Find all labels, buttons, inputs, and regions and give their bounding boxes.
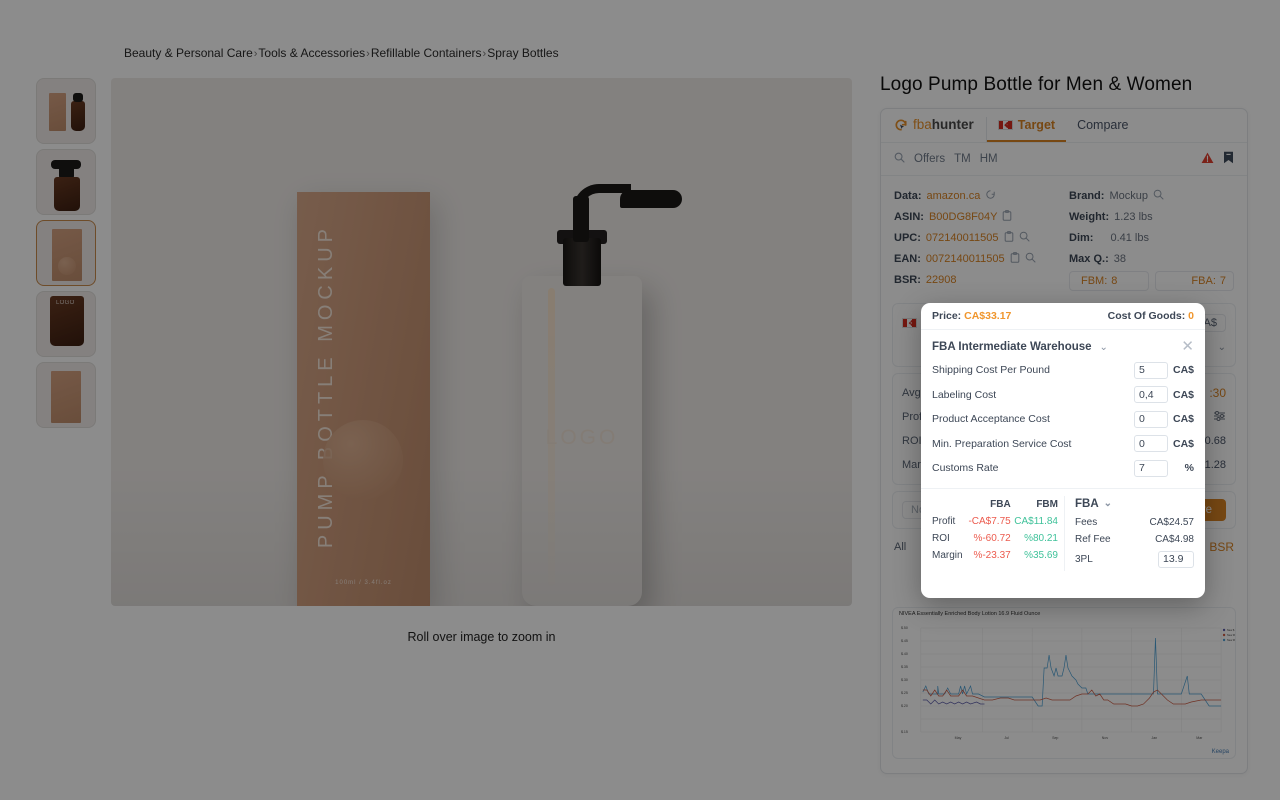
row-label-roi: ROI <box>932 532 950 544</box>
field-shipping-cost-per-pound: Shipping Cost Per Pound CA$ <box>921 358 1205 383</box>
roi-fbm: %80.21 <box>1024 532 1058 544</box>
fees-label: Fees <box>1075 516 1098 528</box>
field-unit: % <box>1184 462 1194 475</box>
fees-selector[interactable]: FBA ⌄ <box>1075 496 1194 514</box>
modal-cog-label: Cost Of Goods: <box>1107 310 1186 322</box>
modal-topbar: Price: CA$33.17 Cost Of Goods: 0 <box>921 303 1205 330</box>
tpl-row: 3PL <box>1075 548 1194 571</box>
roi-fba: %-60.72 <box>973 532 1011 544</box>
col-fba: FBA <box>990 498 1011 510</box>
field-unit: CA$ <box>1172 364 1194 377</box>
table-row: Profit -CA$7.75 CA$11.84 <box>932 513 1058 530</box>
modal-price-label: Price: <box>932 310 962 322</box>
labeling-cost-input[interactable] <box>1134 386 1168 404</box>
modal-price: Price: CA$33.17 <box>932 310 1011 322</box>
margin-fbm: %35.69 <box>1024 549 1058 561</box>
field-min-preparation-service-cost: Min. Preparation Service Cost CA$ <box>921 432 1205 457</box>
field-labeling-cost: Labeling Cost CA$ <box>921 383 1205 408</box>
profit-fba: -CA$7.75 <box>968 515 1011 527</box>
col-fbm: FBM <box>1036 498 1058 510</box>
field-label: Customs Rate <box>932 462 999 475</box>
chevron-down-icon[interactable]: ⌄ <box>1099 342 1107 353</box>
field-label: Min. Preparation Service Cost <box>932 437 1072 450</box>
field-label: Labeling Cost <box>932 388 997 401</box>
shipping-cost-input[interactable] <box>1134 361 1168 379</box>
fees-value: CA$24.57 <box>1149 516 1194 528</box>
min-preparation-service-cost-input[interactable] <box>1134 435 1168 453</box>
field-label: Product Acceptance Cost <box>932 413 1050 426</box>
modal-price-value: CA$33.17 <box>964 310 1012 322</box>
field-unit: CA$ <box>1172 388 1194 401</box>
ref-fee-row: Ref Fee CA$4.98 <box>1075 531 1194 548</box>
table-row: ROI %-60.72 %80.21 <box>932 530 1058 547</box>
ref-fee-value: CA$4.98 <box>1155 533 1194 545</box>
table-header-row: FBA FBM <box>932 496 1058 513</box>
screen: Beauty & Personal Care›Tools & Accessori… <box>0 0 1280 800</box>
chevron-down-icon[interactable]: ⌄ <box>1104 498 1112 509</box>
warehouse-selector[interactable]: FBA Intermediate Warehouse ⌄ <box>932 341 1108 353</box>
tpl-label: 3PL <box>1075 553 1093 565</box>
modal-results: FBA FBM Profit -CA$7.75 CA$11.84 ROI %-6… <box>921 487 1205 571</box>
modal-cog-value: 0 <box>1188 310 1194 322</box>
close-icon[interactable]: ✕ <box>1181 339 1194 354</box>
table-row: Margin %-23.37 %35.69 <box>932 547 1058 564</box>
field-unit: CA$ <box>1172 413 1194 426</box>
fees-panel: FBA ⌄ Fees CA$24.57 Ref Fee CA$4.98 3PL <box>1064 495 1205 571</box>
product-acceptance-cost-input[interactable] <box>1134 410 1168 428</box>
modal-header: FBA Intermediate Warehouse ⌄ ✕ <box>921 330 1205 358</box>
margin-fba: %-23.37 <box>973 549 1011 561</box>
field-product-acceptance-cost: Product Acceptance Cost CA$ <box>921 407 1205 432</box>
comparison-table: FBA FBM Profit -CA$7.75 CA$11.84 ROI %-6… <box>932 496 1058 564</box>
field-unit: CA$ <box>1172 437 1194 450</box>
ref-fee-label: Ref Fee <box>1075 533 1111 545</box>
shipping-cost-modal: Price: CA$33.17 Cost Of Goods: 0 FBA Int… <box>921 303 1205 598</box>
comparison-table-wrap: FBA FBM Profit -CA$7.75 CA$11.84 ROI %-6… <box>921 496 1064 571</box>
corner-cell <box>932 496 965 513</box>
fees-selector-label: FBA <box>1075 497 1099 510</box>
field-customs-rate: Customs Rate % <box>921 456 1205 481</box>
row-label-profit: Profit <box>932 515 956 527</box>
fees-row: Fees CA$24.57 <box>1075 514 1194 531</box>
row-label-margin: Margin <box>932 549 963 561</box>
warehouse-label: FBA Intermediate Warehouse <box>932 340 1092 353</box>
field-label: Shipping Cost Per Pound <box>932 364 1050 377</box>
modal-cog: Cost Of Goods: 0 <box>1108 310 1194 322</box>
tpl-input[interactable] <box>1158 550 1194 568</box>
customs-rate-input[interactable] <box>1134 459 1168 477</box>
profit-fbm: CA$11.84 <box>1014 515 1058 527</box>
